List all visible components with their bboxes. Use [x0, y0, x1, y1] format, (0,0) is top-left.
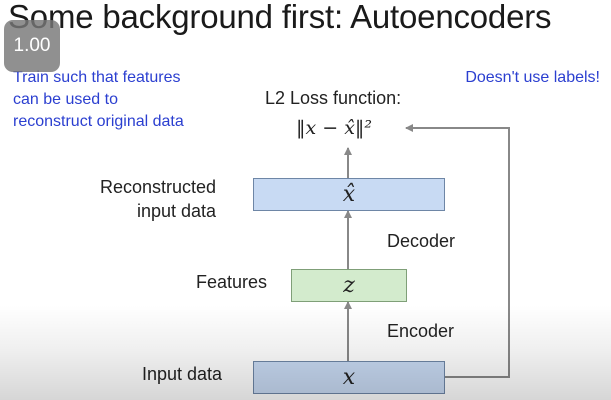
- playback-speed-badge[interactable]: 1.00: [4, 20, 60, 72]
- input-box: x: [253, 361, 445, 394]
- features-box: z: [291, 269, 407, 302]
- reconstructed-label-line-1: Reconstructed: [100, 177, 217, 197]
- features-label: Features: [196, 272, 268, 292]
- encoder-label: Encoder: [387, 321, 455, 341]
- input-data-label: Input data: [142, 364, 223, 384]
- reconstructed-label-line-2: input data: [136, 201, 217, 221]
- slide: Some background first: Autoencoders Trai…: [0, 0, 611, 400]
- decoder-label: Decoder: [387, 231, 456, 251]
- reconstructed-input-label: Reconstructed input data: [100, 175, 216, 223]
- reconstructed-box: x̂: [253, 178, 445, 211]
